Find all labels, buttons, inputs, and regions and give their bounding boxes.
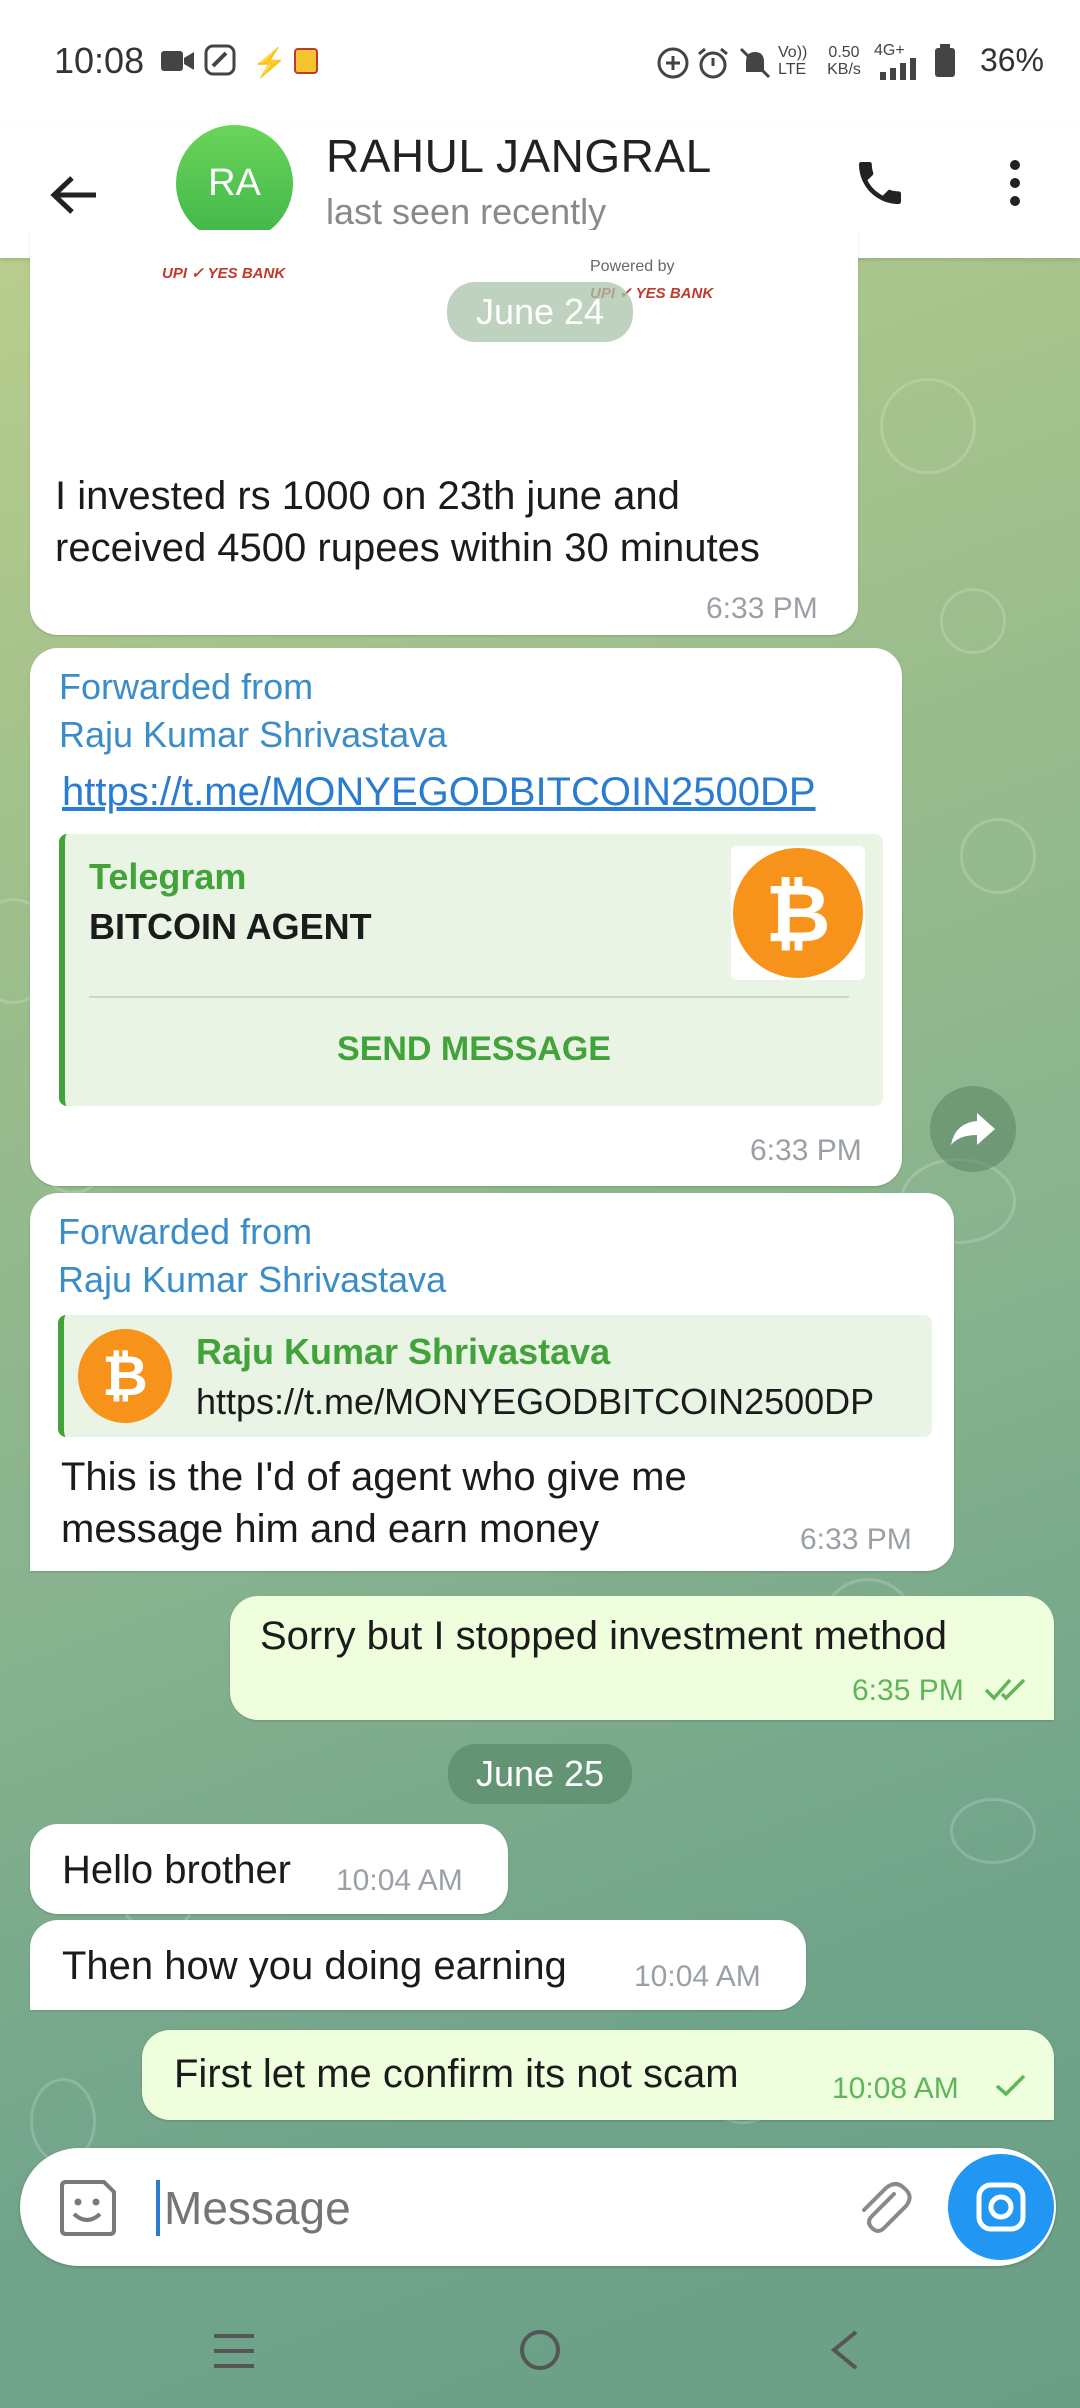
home-icon[interactable]	[518, 2328, 562, 2377]
forwarded-from-name[interactable]: Raju Kumar Shrivastava	[59, 714, 447, 756]
preview-divider	[89, 996, 849, 998]
preview-site-name: Telegram	[89, 856, 247, 897]
status-time: 10:08	[54, 40, 145, 81]
message-input[interactable]	[162, 2172, 826, 2244]
send-message-button[interactable]: SEND MESSAGE	[65, 1030, 883, 1069]
preview-thumbnail: ₿	[731, 846, 865, 980]
flash-status-icon: ⚡	[252, 47, 287, 78]
message-text: This is the I'd of agent who give me mes…	[61, 1455, 687, 1551]
system-navigation-bar	[0, 2290, 1080, 2408]
share-button[interactable]	[930, 1086, 1016, 1172]
date-separator: June 25	[448, 1744, 632, 1804]
date-separator: June 24	[447, 282, 633, 342]
powered-by-text: Powered by	[590, 258, 675, 275]
forwarded-from-name[interactable]: Raju Kumar Shrivastava	[58, 1259, 446, 1301]
preview-title: BITCOIN AGENT	[89, 906, 372, 947]
message-bubble-outgoing[interactable]: Sorry but I stopped investment method 6:…	[230, 1596, 1054, 1720]
check-icon	[994, 2072, 1028, 2105]
paperclip-icon[interactable]	[852, 2176, 916, 2245]
message-time: 10:04 AM	[336, 1864, 463, 1897]
notification-status-icon	[294, 48, 318, 79]
camera-button[interactable]	[948, 2154, 1054, 2260]
alarm-status-icon	[696, 46, 730, 85]
video-call-status-icon	[160, 48, 196, 79]
message-time: 6:33 PM	[750, 1134, 862, 1167]
sticker-icon[interactable]	[56, 2176, 120, 2245]
message-link[interactable]: https://t.me/MONYEGODBITCOIN2500DP	[62, 770, 816, 815]
message-time: 6:33 PM	[800, 1523, 912, 1556]
message-time: 10:04 AM	[634, 1960, 761, 1993]
message-text: First let me confirm its not scam	[174, 2052, 739, 2096]
battery-percentage: 36%	[979, 42, 1044, 78]
camera-icon	[976, 2182, 1026, 2232]
message-bubble-forwarded[interactable]: Forwarded from Raju Kumar Shrivastava ht…	[30, 648, 902, 1186]
add-circle-status-icon	[656, 46, 690, 85]
back-arrow-icon[interactable]	[50, 175, 100, 220]
battery-icon	[934, 44, 956, 83]
message-text: Then how you doing earning	[62, 1944, 567, 1988]
contact-name[interactable]: RAHUL JANGRAL	[326, 129, 712, 183]
avatar[interactable]: RA	[176, 125, 293, 242]
network-speed-text: 0.50 KB/s	[827, 44, 861, 78]
preview-contact-name: Raju Kumar Shrivastava	[196, 1331, 611, 1372]
forwarded-from-label: Forwarded from	[58, 1211, 313, 1252]
network-type-text: Vo)) LTE	[778, 44, 808, 78]
date-text: June 24	[475, 291, 605, 332]
bitcoin-logo-icon: ₿	[78, 1329, 172, 1423]
message-time: 10:08 AM	[832, 2072, 959, 2105]
recents-icon[interactable]	[212, 2332, 256, 2375]
bitcoin-logo-icon: ₿	[733, 848, 863, 978]
signal-strength-icon	[872, 58, 926, 85]
share-icon	[951, 1113, 995, 1145]
status-bar: 10:08 ⚡ Vo)) LTE 0.50 KB/s 4G+ 36%	[0, 0, 1080, 125]
message-bubble-incoming[interactable]: UPI ✓ YES BANK Powered by UPI ✓ YES BANK…	[30, 230, 858, 635]
message-composer	[20, 2148, 1056, 2266]
upi-yes-bank-logo: UPI ✓ YES BANK	[162, 265, 286, 282]
phone-icon[interactable]	[852, 155, 908, 216]
message-bubble-outgoing[interactable]: First let me confirm its not scam 10:08 …	[142, 2030, 1054, 2120]
text-cursor	[156, 2180, 160, 2236]
double-check-icon	[984, 1676, 1030, 1709]
contact-status: last seen recently	[326, 191, 607, 232]
message-time: 6:33 PM	[706, 592, 818, 625]
app-status-icon	[204, 44, 236, 81]
mute-status-icon	[738, 46, 772, 85]
preview-contact-link: https://t.me/MONYEGODBITCOIN2500DP	[196, 1381, 875, 1422]
message-bubble-incoming[interactable]: Hello brother 10:04 AM	[30, 1824, 508, 1914]
more-vert-icon[interactable]	[1000, 157, 1030, 214]
message-text: Hello brother	[62, 1848, 292, 1892]
message-text: I invested rs 1000 on 23th june and rece…	[55, 474, 760, 570]
avatar-initials: RA	[208, 162, 261, 204]
date-text: June 25	[475, 1753, 605, 1794]
message-bubble-incoming[interactable]: Then how you doing earning 10:04 AM	[30, 1920, 806, 2010]
message-text: Sorry but I stopped investment method	[260, 1614, 948, 1658]
message-time: 6:35 PM	[852, 1674, 964, 1707]
forwarded-from-label: Forwarded from	[59, 666, 314, 707]
contact-preview[interactable]: ₿ Raju Kumar Shrivastava https://t.me/MO…	[58, 1315, 932, 1437]
message-bubble-forwarded[interactable]: Forwarded from Raju Kumar Shrivastava ₿ …	[30, 1193, 954, 1571]
back-nav-icon[interactable]	[830, 2330, 860, 2375]
link-preview[interactable]: Telegram BITCOIN AGENT ₿ SEND MESSAGE	[59, 834, 883, 1106]
